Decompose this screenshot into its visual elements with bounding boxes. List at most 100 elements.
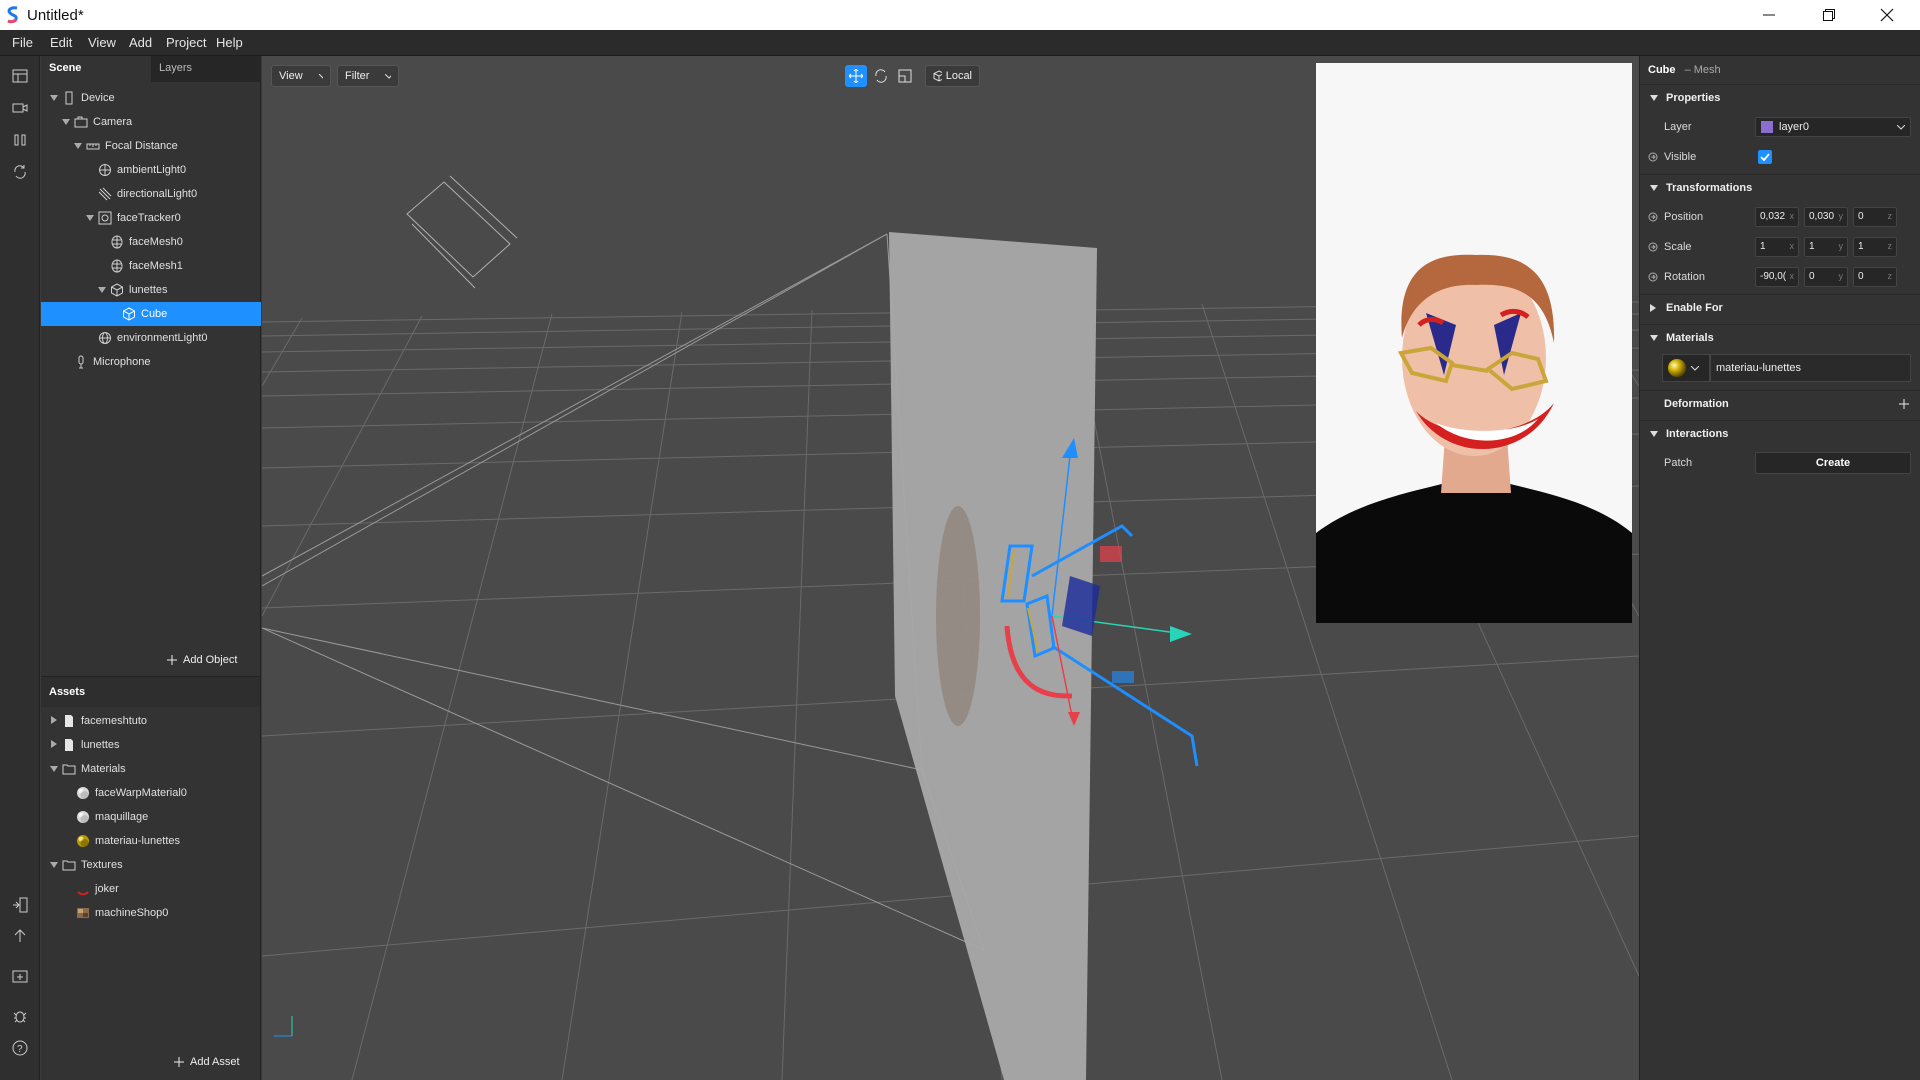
- rotation-x-field[interactable]: -90,0(x: [1755, 267, 1799, 287]
- tree-item-cube[interactable]: Cube: [41, 302, 261, 326]
- visible-checkbox[interactable]: [1758, 150, 1772, 164]
- view-dropdown[interactable]: View: [271, 65, 331, 87]
- tree-item-directionallight0[interactable]: directionalLight0: [41, 182, 261, 206]
- tree-item-joker[interactable]: joker: [41, 877, 261, 901]
- scale-x-value: 1: [1760, 241, 1766, 252]
- tree-item-facetracker0[interactable]: faceTracker0: [41, 206, 261, 230]
- tree-item-label: Microphone: [93, 356, 151, 368]
- tree-item-facewarpmaterial0[interactable]: faceWarpMaterial0: [41, 781, 261, 805]
- expand-caret-down-icon[interactable]: [49, 94, 59, 103]
- tree-item-environmentlight0[interactable]: environmentLight0: [41, 326, 261, 350]
- refresh-icon: [14, 165, 26, 179]
- expand-caret-down-icon[interactable]: [85, 214, 95, 223]
- tree-item-label: faceMesh0: [129, 236, 183, 248]
- material-row: materiau-lunettes: [1640, 352, 1920, 384]
- section-materials[interactable]: Materials: [1640, 324, 1920, 350]
- scale-icon: [898, 69, 912, 83]
- scale-y-field[interactable]: 1y: [1804, 237, 1848, 257]
- plus-icon[interactable]: [1899, 398, 1909, 409]
- scale-tool-button[interactable]: [894, 65, 916, 87]
- close-window-button[interactable]: [1864, 0, 1910, 30]
- minimize-button[interactable]: [1746, 0, 1792, 30]
- expand-caret-down-icon[interactable]: [61, 118, 71, 127]
- menu-file[interactable]: File: [12, 35, 33, 50]
- section-materials-label: Materials: [1666, 331, 1714, 344]
- library-button[interactable]: [10, 966, 30, 986]
- section-interactions[interactable]: Interactions: [1640, 420, 1920, 446]
- tree-item-facemeshtuto[interactable]: facemeshtuto: [41, 709, 261, 733]
- tree-item-label: materiau-lunettes: [95, 835, 180, 847]
- pause-button[interactable]: [10, 130, 30, 150]
- tree-item-facemesh0[interactable]: faceMesh0: [41, 230, 261, 254]
- tree-item-textures[interactable]: Textures: [41, 853, 261, 877]
- folder-icon: [62, 762, 76, 776]
- position-z-field[interactable]: 0z: [1853, 207, 1897, 227]
- tree-item-device[interactable]: Device: [41, 86, 261, 110]
- caret-down-icon: [1650, 334, 1658, 341]
- section-enable-for[interactable]: Enable For: [1640, 294, 1920, 320]
- add-object-button[interactable]: Add Object: [167, 654, 237, 666]
- tree-item-maquillage[interactable]: maquillage: [41, 805, 261, 829]
- menu-edit[interactable]: Edit: [50, 35, 72, 50]
- tree-item-focal-distance[interactable]: Focal Distance: [41, 134, 261, 158]
- add-asset-button[interactable]: Add Asset: [174, 1056, 240, 1068]
- tree-item-ambientlight0[interactable]: ambientLight0: [41, 158, 261, 182]
- menu-add[interactable]: Add: [129, 35, 152, 50]
- patch-connector-icon: [1648, 152, 1658, 162]
- device-preview-button[interactable]: [10, 895, 30, 915]
- tree-item-camera[interactable]: Camera: [41, 110, 261, 134]
- upload-button[interactable]: [10, 926, 30, 946]
- expand-caret-down-icon[interactable]: [97, 286, 107, 295]
- tree-item-facemesh1[interactable]: faceMesh1: [41, 254, 261, 278]
- local-space-label: Local: [945, 70, 972, 82]
- material-sphere-gold-icon: [1668, 359, 1686, 377]
- tree-item-materiau-lunettes[interactable]: materiau-lunettes: [41, 829, 261, 853]
- tree-item-microphone[interactable]: Microphone: [41, 350, 261, 374]
- create-patch-button[interactable]: Create: [1755, 452, 1911, 474]
- filter-dropdown[interactable]: Filter: [337, 65, 399, 87]
- move-tool-button[interactable]: [845, 65, 867, 87]
- section-properties[interactable]: Properties: [1640, 84, 1920, 110]
- patch-label: Patch: [1664, 457, 1693, 469]
- scale-x-field[interactable]: 1x: [1755, 237, 1799, 257]
- expand-caret-right-icon[interactable]: [49, 716, 59, 726]
- tab-scene[interactable]: Scene: [41, 56, 151, 82]
- position-y-field[interactable]: 0,030 y: [1804, 207, 1848, 227]
- position-x-field[interactable]: 0,032 x: [1755, 207, 1799, 227]
- layer-dropdown[interactable]: layer0: [1755, 117, 1911, 137]
- menu-help[interactable]: Help: [216, 35, 243, 50]
- spark-ar-logo-icon: [7, 6, 18, 24]
- origin-axes: [274, 1016, 293, 1037]
- send-to-device-icon: [13, 897, 28, 913]
- expand-caret-down-icon[interactable]: [49, 861, 59, 870]
- help-button[interactable]: ?: [10, 1038, 30, 1058]
- restore-button[interactable]: [1806, 0, 1852, 30]
- material-name-field[interactable]: materiau-lunettes: [1710, 354, 1911, 382]
- expand-caret-right-icon[interactable]: [49, 740, 59, 750]
- rotation-y-field[interactable]: 0y: [1804, 267, 1848, 287]
- tab-layers[interactable]: Layers: [151, 56, 261, 82]
- debug-button[interactable]: [10, 1006, 30, 1026]
- section-deformation[interactable]: Deformation: [1640, 390, 1920, 416]
- expand-caret-down-icon[interactable]: [49, 765, 59, 774]
- tree-item-machineshop0[interactable]: machineShop0: [41, 901, 261, 925]
- refresh-button[interactable]: [10, 162, 30, 182]
- ambient-light-icon: [98, 163, 112, 177]
- tree-item-lunettes[interactable]: lunettes: [41, 278, 261, 302]
- rotate-tool-button[interactable]: [870, 65, 892, 87]
- simulator-preview[interactable]: [1316, 63, 1632, 623]
- section-transformations[interactable]: Transformations: [1640, 174, 1920, 200]
- scale-z-field[interactable]: 1z: [1853, 237, 1897, 257]
- local-space-button[interactable]: Local: [925, 65, 980, 87]
- tree-item-lunettes[interactable]: lunettes: [41, 733, 261, 757]
- menu-view[interactable]: View: [88, 35, 116, 50]
- menu-project[interactable]: Project: [166, 35, 206, 50]
- tree-item-materials[interactable]: Materials: [41, 757, 261, 781]
- rotation-z-field[interactable]: 0z: [1853, 267, 1897, 287]
- video-button[interactable]: [10, 98, 30, 118]
- caret-down-icon: [1650, 94, 1658, 101]
- patch-connector-icon: [1648, 272, 1658, 282]
- layout-toggle-button[interactable]: [10, 66, 30, 86]
- material-thumbnail-dropdown[interactable]: [1662, 354, 1710, 382]
- expand-caret-down-icon[interactable]: [73, 142, 83, 151]
